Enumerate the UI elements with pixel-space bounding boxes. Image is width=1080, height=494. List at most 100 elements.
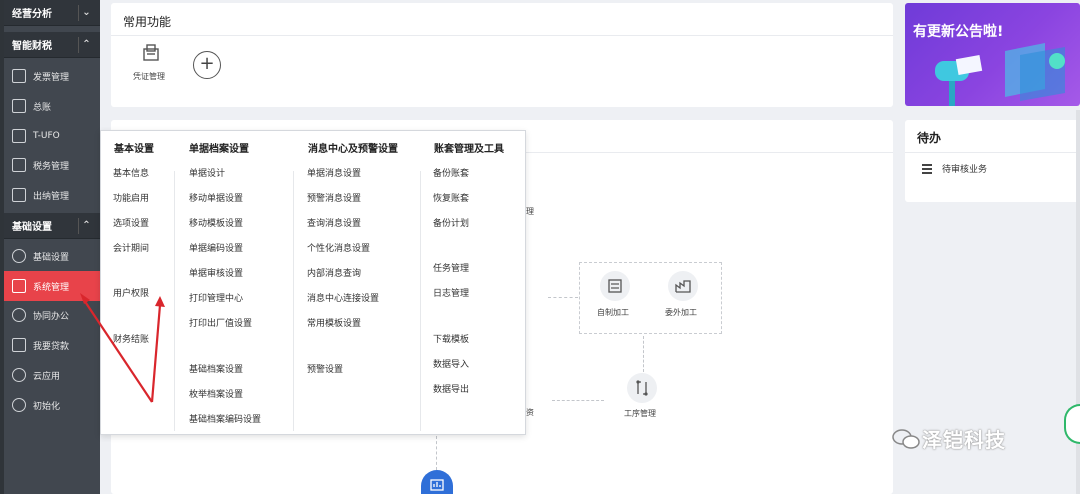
factory-icon: [675, 280, 691, 293]
menu-item[interactable]: 数据导出: [433, 382, 469, 395]
menu-item[interactable]: 日志管理: [433, 286, 469, 299]
sidebar-item-label: 税务管理: [33, 161, 70, 172]
add-function-button[interactable]: +: [193, 51, 221, 79]
flow-connector: [436, 436, 437, 470]
process-management-node[interactable]: [627, 373, 657, 403]
chevron-up-icon[interactable]: ⌃: [78, 218, 94, 234]
sidebar-item-label: 系统管理: [33, 282, 70, 293]
process-icon: [636, 380, 648, 396]
self-processing-label[interactable]: 自制加工: [597, 307, 629, 318]
announcement-banner[interactable]: 有更新公告啦!: [905, 3, 1080, 106]
menu-heading-document-archive: 单据档案设置: [189, 144, 249, 155]
voucher-label[interactable]: 凭证管理: [133, 71, 165, 82]
todo-item[interactable]: 待审核业务: [922, 162, 987, 175]
divider: [293, 171, 294, 431]
menu-item[interactable]: 单据审核设置: [189, 266, 243, 279]
sidebar-item-loan[interactable]: 我要贷款: [4, 330, 100, 360]
menu-item-user-permissions[interactable]: 用户权限: [113, 286, 149, 299]
floating-help-icon[interactable]: [1064, 404, 1080, 444]
menu-item-options[interactable]: 选项设置: [113, 216, 149, 229]
sidebar-item-basic-settings[interactable]: 基础设置: [4, 241, 100, 271]
sidebar-item-label: 总账: [33, 102, 52, 113]
invoice-icon: [12, 69, 26, 83]
menu-item-financial-closing[interactable]: 财务结账: [113, 332, 149, 345]
menu-item-basic-info[interactable]: 基本信息: [113, 166, 149, 179]
cashier-icon: [12, 188, 26, 202]
sidebar-item-system-management[interactable]: 系统管理: [4, 271, 100, 301]
menu-item[interactable]: 枚举档案设置: [189, 387, 243, 400]
menu-item[interactable]: 备份账套: [433, 166, 469, 179]
sidebar-group-label: 智能财税: [12, 41, 52, 52]
menu-item[interactable]: 单据设计: [189, 166, 225, 179]
menu-item[interactable]: 备份计划: [433, 216, 469, 229]
sidebar-item-ledger[interactable]: 总账: [4, 91, 100, 121]
menu-item[interactable]: 打印出厂值设置: [189, 316, 252, 329]
self-processing-node[interactable]: [600, 271, 630, 301]
sidebar-group-basic-settings[interactable]: 基础设置 ⌃: [4, 213, 100, 239]
chevron-down-icon[interactable]: ⌄: [78, 5, 94, 21]
sidebar-item-init[interactable]: 初始化: [4, 390, 100, 420]
common-functions-card: 常用功能 凭证管理 +: [111, 3, 893, 107]
voucher-icon[interactable]: [141, 43, 161, 63]
menu-item[interactable]: 任务管理: [433, 261, 469, 274]
menu-item-accounting-period[interactable]: 会计期间: [113, 241, 149, 254]
menu-item[interactable]: 移动单据设置: [189, 191, 243, 204]
sidebar-group-business-analysis[interactable]: 经营分析 ⌄: [4, 0, 100, 26]
bottom-flow-node[interactable]: [421, 470, 453, 494]
menu-item[interactable]: 预警设置: [307, 362, 343, 375]
sidebar: 经营分析 ⌄ 智能财税 ⌃ 发票管理 总账 T-UFO 税务管理 出纳管理 基础…: [0, 0, 100, 494]
list-icon: [922, 164, 932, 174]
sidebar-group-label: 基础设置: [12, 222, 52, 233]
menu-item[interactable]: 恢复账套: [433, 191, 469, 204]
gear-icon: [12, 249, 26, 263]
watermark-text: 泽铠科技: [922, 428, 1006, 452]
sidebar-item-label: 初始化: [33, 401, 61, 412]
outsourced-processing-label[interactable]: 委外加工: [665, 307, 697, 318]
menu-item[interactable]: 查询消息设置: [307, 216, 361, 229]
common-functions-title: 常用功能: [123, 15, 172, 29]
menu-item[interactable]: 数据导入: [433, 357, 469, 370]
menu-item[interactable]: 单据消息设置: [307, 166, 361, 179]
sidebar-item-invoice[interactable]: 发票管理: [4, 61, 100, 91]
menu-heading-basic-settings: 基本设置: [114, 144, 154, 155]
sidebar-item-label: 基础设置: [33, 252, 70, 263]
menu-item[interactable]: 单据编码设置: [189, 241, 243, 254]
sidebar-item-label: T-UFO: [33, 131, 60, 141]
loan-icon: [12, 338, 26, 352]
menu-item[interactable]: 个性化消息设置: [307, 241, 370, 254]
tax-icon: [12, 158, 26, 172]
sidebar-item-tufo[interactable]: T-UFO: [4, 121, 100, 151]
divider: [420, 171, 421, 431]
sidebar-item-cashier[interactable]: 出纳管理: [4, 180, 100, 210]
menu-item[interactable]: 内部消息查询: [307, 266, 361, 279]
menu-item-feature-enable[interactable]: 功能启用: [113, 191, 149, 204]
menu-item[interactable]: 移动模板设置: [189, 216, 243, 229]
divider: [111, 35, 893, 36]
menu-item[interactable]: 预警消息设置: [307, 191, 361, 204]
sidebar-item-tax[interactable]: 税务管理: [4, 150, 100, 180]
sidebar-item-label: 出纳管理: [33, 191, 70, 202]
sidebar-item-label: 协同办公: [33, 311, 70, 322]
menu-item[interactable]: 消息中心连接设置: [307, 291, 379, 304]
flow-connector: [552, 400, 604, 401]
reset-icon: [12, 398, 26, 412]
flow-partial-label: 理: [526, 207, 534, 216]
sidebar-item-cloud[interactable]: 云应用: [4, 360, 100, 390]
sidebar-group-label: 经营分析: [12, 9, 52, 20]
sidebar-item-collab[interactable]: 协同办公: [4, 300, 100, 330]
menu-item[interactable]: 下载模板: [433, 332, 469, 345]
sidebar-item-label: 发票管理: [33, 72, 70, 83]
outsourced-processing-node[interactable]: [668, 271, 698, 301]
sidebar-group-smart-tax[interactable]: 智能财税 ⌃: [4, 32, 100, 58]
process-management-label[interactable]: 工序管理: [624, 408, 656, 419]
flow-connector: [548, 297, 578, 298]
collab-icon: [12, 308, 26, 322]
menu-item[interactable]: 常用模板设置: [307, 316, 361, 329]
system-management-menu: 基本设置 基本信息 功能启用 选项设置 会计期间 用户权限 财务结账 单据档案设…: [100, 130, 526, 435]
chevron-up-icon[interactable]: ⌃: [78, 37, 94, 53]
system-icon: [12, 279, 26, 293]
menu-item[interactable]: 打印管理中心: [189, 291, 243, 304]
menu-item[interactable]: 基础档案编码设置: [189, 412, 261, 425]
menu-item[interactable]: 基础档案设置: [189, 362, 243, 375]
wechat-icon: [892, 429, 920, 449]
